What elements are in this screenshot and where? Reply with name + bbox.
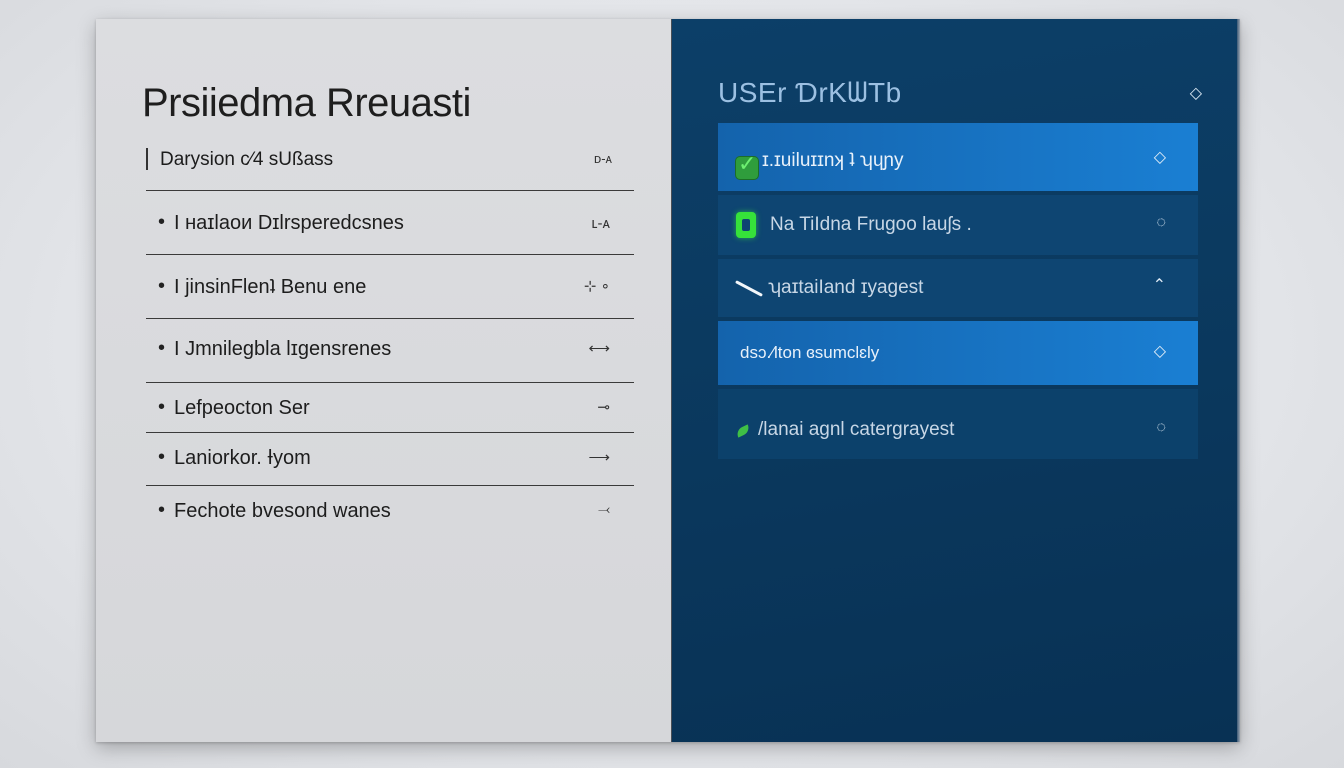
header-sort-icon[interactable]: ᴅ-ᴀ [594, 151, 612, 166]
option-item[interactable]: Na TiIdna Frugoo lauʃs . ◌ [718, 195, 1198, 255]
app-window: Prsiiedma Rreuasti Darysion c⁄4 sUßass ᴅ… [96, 19, 1240, 742]
bullet-icon: • [158, 337, 166, 359]
option-label: ɪ.ɪuiluɪɪnʞ ʇ ʮɥɲy [762, 150, 904, 171]
arrow-icon[interactable]: ⟷ [588, 339, 610, 357]
list-header-label: Darysion c⁄4 sUßass [160, 149, 334, 170]
option-item[interactable]: ʮaɪtaiIand ɪyagest ⌃ [718, 259, 1198, 317]
option-label: /lanai agnl catergrayest [758, 419, 955, 440]
list-item-label: Lefpeocton Ser [174, 397, 310, 419]
arrow-icon[interactable]: ⟶ [588, 448, 610, 466]
list-item-label: I jinsinFlenʇ Benu ene [174, 276, 367, 298]
option-label: Na TiIdna Frugoo lauʃs . [770, 214, 972, 235]
option-item-selected[interactable]: ✓ ɪ.ɪuiluɪɪnʞ ʇ ʮɥɲy ◇ [718, 123, 1198, 191]
arrow-icon[interactable]: ⊹ ∘ [584, 277, 610, 295]
bullet-icon: • [158, 211, 166, 233]
list-item-label: Laniorkor. Ɨyom [174, 447, 311, 469]
diamond-icon[interactable]: ◇ [1154, 341, 1166, 361]
arrow-icon[interactable]: ⊸ [597, 398, 610, 416]
header-accent-bar [146, 148, 148, 170]
list-item-label: Fechote bvesond wanes [174, 500, 391, 522]
list-item[interactable]: • Laniorkor. Ɨyom ⟶ [146, 433, 634, 486]
bullet-icon: • [158, 446, 166, 468]
checkbox[interactable]: ✓ [736, 151, 758, 179]
status-indicator-icon [736, 212, 756, 238]
leaf-icon [734, 424, 752, 438]
panel-title: USEr ƊrKᗯTb [718, 77, 902, 108]
bullet-icon: • [158, 499, 166, 521]
option-label: dsɔ.⁄lton ɞsumclɛly [740, 343, 880, 362]
list-item[interactable]: • I Jmnilegbla Ɩɪgensrenes ⟷ [146, 319, 634, 383]
option-item[interactable]: /lanai agnl catergrayest ◌ [718, 389, 1198, 459]
slash-icon [735, 280, 763, 297]
diamond-icon[interactable]: ◇ [1190, 83, 1202, 103]
right-panel: USEr ƊrKᗯTb ◇ ✓ ɪ.ɪuiluɪɪnʞ ʇ ʮɥɲy ◇ Na … [672, 19, 1240, 742]
bullet-icon: • [158, 396, 166, 418]
arrow-icon[interactable]: ⤙ [598, 501, 610, 518]
list-item-label: I ʜaɪlaoᴎ Dɪlrsperedᴄsnes [174, 212, 404, 234]
option-item-selected[interactable]: dsɔ.⁄lton ɞsumclɛly ◇ [718, 321, 1198, 385]
bezel-edge [1237, 19, 1240, 742]
left-panel: Prsiiedma Rreuasti Darysion c⁄4 sUßass ᴅ… [96, 19, 671, 742]
list-header[interactable]: Darysion c⁄4 sUßass ᴅ-ᴀ [146, 141, 634, 191]
page-title: Prsiiedma Rreuasti [142, 81, 471, 125]
list-item[interactable]: • Lefpeocton Ser ⊸ [146, 383, 634, 433]
list-item[interactable]: • I jinsinFlenʇ Benu ene ⊹ ∘ [146, 255, 634, 319]
list-item[interactable]: • I ʜaɪlaoᴎ Dɪlrsperedᴄsnes ʟ-ᴀ [146, 191, 634, 255]
option-label: ʮaɪtaiIand ɪyagest [768, 277, 924, 298]
diamond-icon[interactable]: ◇ [1154, 147, 1166, 167]
bullet-icon: • [158, 275, 166, 297]
circle-icon[interactable]: ◌ [1156, 214, 1166, 232]
arrow-icon[interactable]: ʟ-ᴀ [592, 215, 611, 232]
circle-icon[interactable]: ◌ [1156, 419, 1166, 437]
list-item[interactable]: • Fechote bvesond wanes ⤙ [146, 486, 634, 536]
list-item-label: I Jmnilegbla Ɩɪgensrenes [174, 338, 392, 360]
checkmark-icon: ✓ [738, 151, 757, 176]
chevron-up-icon[interactable]: ⌃ [1153, 275, 1166, 295]
